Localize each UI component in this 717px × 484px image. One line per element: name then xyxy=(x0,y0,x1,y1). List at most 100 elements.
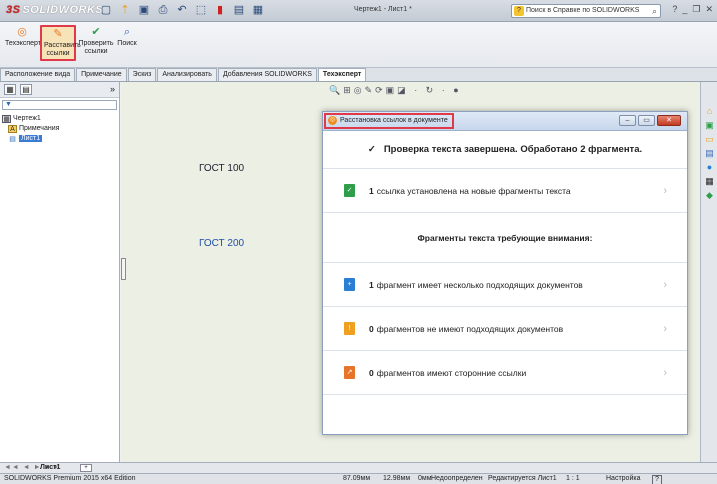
print-icon[interactable]: ⎙ xyxy=(155,3,171,18)
dialog-app-icon: ◎ xyxy=(328,116,337,125)
select-icon[interactable]: ⬚ xyxy=(193,3,209,18)
sheet-tabs-bar: ◄◄ ◄ ► ►► Лист1 + xyxy=(0,462,717,473)
rebuild-icon[interactable]: ▮ xyxy=(212,3,228,18)
doc-warning-icon: ! xyxy=(344,322,355,335)
dialog-window-controls: – ▭ ✕ xyxy=(619,115,681,126)
minimize-icon[interactable]: _ xyxy=(682,4,687,15)
tree-node-sheet[interactable]: ▤ Лист1 xyxy=(2,134,117,144)
command-tabs: Расположение вида Примечание Эскиз Анали… xyxy=(0,68,717,82)
feature-manager-panel: ▦ ▤ » ▼ ▦ Чертеж1 A Примечания ▤ Лист1 xyxy=(0,82,120,462)
command-manager-ribbon: ◎ Техэксперт ✎ Расставить ссылки ✔ Прове… xyxy=(0,22,717,68)
search-label: Поиск xyxy=(117,40,137,47)
tree-node-drawing[interactable]: ▦ Чертеж1 xyxy=(2,114,117,124)
file-explorer-icon[interactable]: ▭ xyxy=(704,134,715,145)
multiple-count: 1 xyxy=(369,280,374,290)
drawing-icon: ▦ xyxy=(2,115,11,123)
status-z: 0мм xyxy=(418,475,432,482)
status-settings[interactable]: Настройка xyxy=(606,474,640,484)
custom-properties-icon[interactable]: ▦ xyxy=(704,176,715,187)
feature-tree-tab-icon[interactable]: ▦ xyxy=(4,84,16,95)
attention-row-no-match[interactable]: ! 0 фрагментов не имеют подходящих докуме… xyxy=(323,307,687,351)
close-icon[interactable]: ✕ xyxy=(705,4,713,15)
check-links-button[interactable]: ✔ Проверить ссылки xyxy=(78,26,114,56)
check-links-label: Проверить ссылки xyxy=(78,40,114,55)
property-tab-icon[interactable]: ▤ xyxy=(20,84,32,95)
home-icon[interactable]: ⌂ xyxy=(704,106,715,117)
view-palette-icon[interactable]: ▤ xyxy=(704,148,715,159)
search-icon: ⌕ xyxy=(123,26,131,38)
status-help-icon[interactable]: ? xyxy=(652,475,662,484)
open-icon[interactable]: ⇡ xyxy=(117,3,133,18)
status-definition: Недоопределен xyxy=(431,475,483,482)
attention-row-external[interactable]: ↗ 0 фрагментов имеют сторонние ссылки › xyxy=(323,351,687,395)
status-x: 87.09мм xyxy=(343,475,371,482)
techexpert-button[interactable]: ◎ Техэксперт xyxy=(5,26,41,48)
linked-count: 1 xyxy=(369,186,374,196)
help-search-input[interactable]: ? Поиск в Справке по SOLIDWORKS ⌕ xyxy=(511,4,661,18)
tab-annotation[interactable]: Примечание xyxy=(76,68,127,81)
undo-icon[interactable]: ↶ xyxy=(174,3,190,18)
tab-solidworks-addins[interactable]: Добавления SOLIDWORKS xyxy=(217,68,317,81)
new-icon[interactable]: ▢ xyxy=(98,3,114,18)
sheet-icon: ▤ xyxy=(9,136,16,143)
place-links-button[interactable]: ✎ Расставить ссылки xyxy=(40,25,81,61)
appearances-icon[interactable]: ● xyxy=(704,162,715,173)
dialog-title-bar[interactable]: ◎ Расстановка ссылок в документе – ▭ ✕ xyxy=(323,112,687,131)
linked-text: ссылка установлена на новые фрагменты те… xyxy=(376,186,571,196)
techexpert-label: Техэксперт xyxy=(5,40,41,47)
restore-icon[interactable]: ❐ xyxy=(692,4,700,15)
dialog-minimize-icon[interactable]: – xyxy=(619,115,636,126)
doc-check-icon: ✓ xyxy=(344,184,355,197)
add-sheet-icon[interactable]: + xyxy=(80,464,92,472)
tab-sketch[interactable]: Эскиз xyxy=(127,68,157,81)
place-links-dialog: ◎ Расстановка ссылок в документе – ▭ ✕ ✓… xyxy=(322,111,688,435)
status-editing: Редактируется Лист1 xyxy=(488,475,557,482)
status-y: 12.98мм xyxy=(383,475,411,482)
design-library-icon[interactable]: ▣ xyxy=(704,120,715,131)
canvas-text-gost-200[interactable]: ГОСТ 200 xyxy=(199,238,244,249)
check-links-icon: ✔ xyxy=(91,26,101,38)
result-row-linked[interactable]: ✓ 1 ссылка установлена на новые фрагменты… xyxy=(323,169,687,213)
place-links-label: Расставить ссылки xyxy=(44,42,81,57)
status-edition: SOLIDWORKS Premium 2015 x64 Edition xyxy=(4,475,136,482)
sheet-tab-active[interactable]: Лист1 xyxy=(40,463,60,473)
tree-node-annotations[interactable]: A Примечания xyxy=(2,124,117,134)
techexpert-icon: ◎ xyxy=(17,26,27,38)
doc-plus-icon: + xyxy=(344,278,355,291)
tab-techexpert[interactable]: Техэксперт xyxy=(317,68,367,81)
chevron-right-icon: › xyxy=(663,185,667,197)
panel-splitter-handle[interactable] xyxy=(121,258,126,280)
dialog-result-header: ✓ Проверка текста завершена. Обработано 2… xyxy=(323,131,687,169)
place-links-icon: ✎ xyxy=(53,28,63,40)
techexpert-pane-icon[interactable]: ◆ xyxy=(704,190,715,201)
status-scale: 1 : 1 xyxy=(566,475,580,482)
file-properties-icon[interactable]: ▤ xyxy=(231,3,247,18)
filter-icon: ▼ xyxy=(5,101,12,108)
chevron-right-icon: › xyxy=(663,367,667,379)
options-icon[interactable]: ▦ xyxy=(250,3,266,18)
search-icon[interactable]: ⌕ xyxy=(652,5,657,17)
tab-evaluate[interactable]: Анализировать xyxy=(157,68,217,81)
search-button[interactable]: ⌕ Поиск xyxy=(115,26,139,48)
external-count: 0 xyxy=(369,368,374,378)
save-icon[interactable]: ▣ xyxy=(136,3,152,18)
no-match-count: 0 xyxy=(369,324,374,334)
help-question-icon: ? xyxy=(514,6,524,16)
attention-row-multiple[interactable]: + 1 фрагмент имеет несколько подходящих д… xyxy=(323,263,687,307)
canvas-text-gost-100[interactable]: ГОСТ 100 xyxy=(199,163,244,174)
document-title: Чертеж1 - Лист1 * xyxy=(354,6,412,13)
heads-up-view-toolbar[interactable]: 🔍⊞◎✎⟳▣◪ · ↻ · ● xyxy=(329,85,462,96)
panel-toolbar: ▦ ▤ » xyxy=(0,82,119,98)
no-match-text: фрагментов не имеют подходящих документо… xyxy=(376,324,564,334)
dialog-maximize-icon[interactable]: ▭ xyxy=(638,115,655,126)
help-menu-icon[interactable]: ? xyxy=(672,4,677,15)
chevron-right-icon: › xyxy=(663,279,667,291)
solidworks-logo[interactable]: 3S SOLIDWORKS xyxy=(6,4,103,16)
tab-view-layout[interactable]: Расположение вида xyxy=(0,68,76,81)
attention-section-title: Фрагменты текста требующие внимания: xyxy=(323,213,687,263)
dialog-close-icon[interactable]: ✕ xyxy=(657,115,681,126)
doc-external-icon: ↗ xyxy=(344,366,355,379)
filter-input[interactable]: ▼ xyxy=(2,100,117,110)
checkmark-icon: ✓ xyxy=(367,144,376,155)
expand-panel-button[interactable]: » xyxy=(110,84,115,94)
